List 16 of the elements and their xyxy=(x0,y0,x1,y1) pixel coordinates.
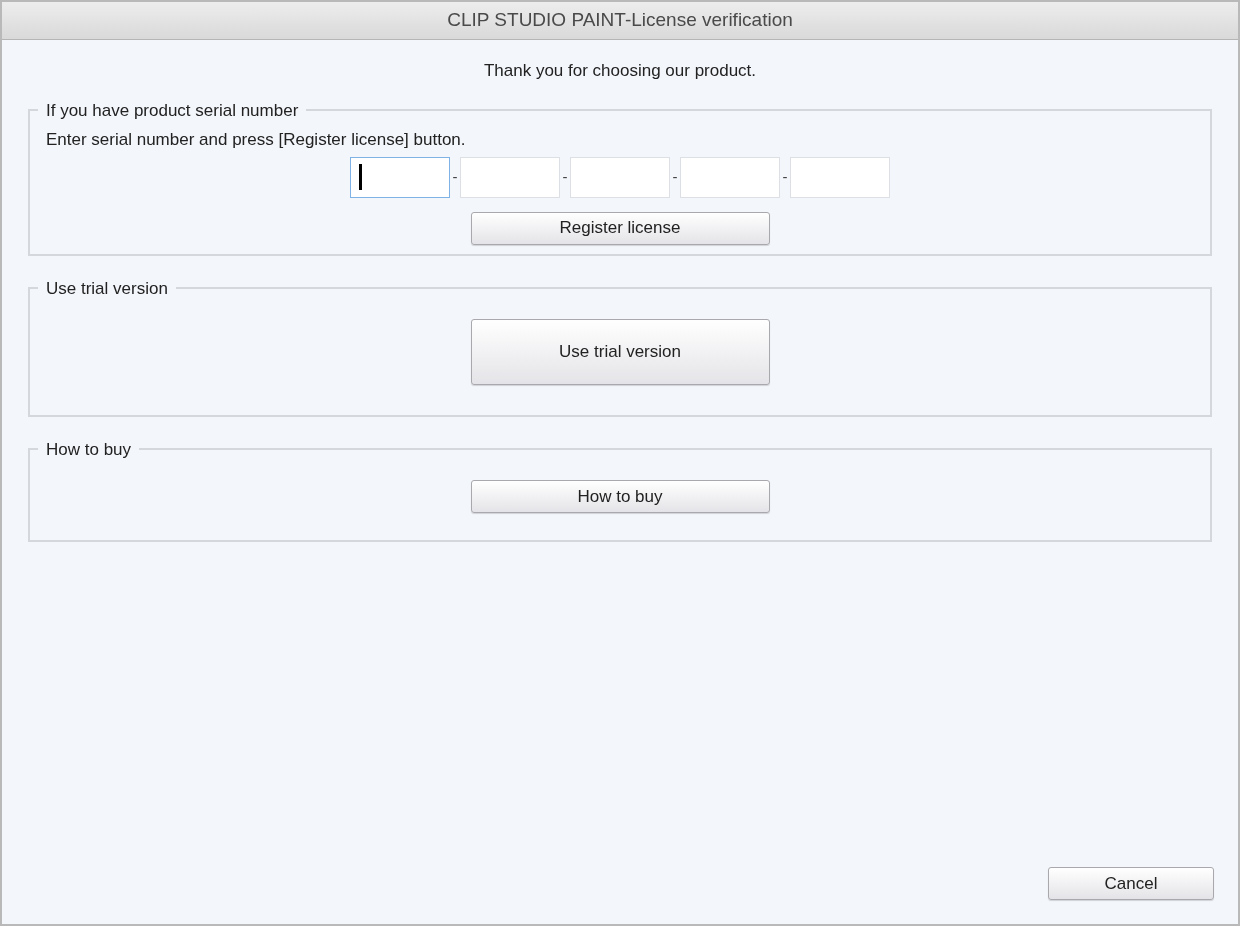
serial-input-field[interactable] xyxy=(350,156,450,198)
instruction-text: Enter serial number and press [Register license] button. xyxy=(46,129,467,151)
register-license-button[interactable]: Register license xyxy=(470,211,770,245)
how-to-buy-button[interactable]: How to buy xyxy=(470,480,770,513)
use-trial-button[interactable]: Use trial version xyxy=(470,319,770,385)
separator-text: - xyxy=(451,166,459,187)
greeting-text: Thank you for choosing our product. xyxy=(483,60,757,82)
separator-text: - xyxy=(561,166,569,187)
window-title: CLIP STUDIO PAINT-License verification xyxy=(447,8,793,33)
separator-text: - xyxy=(781,166,789,187)
group-title: How to buy xyxy=(46,439,132,459)
group-title: Use trial version xyxy=(46,278,168,298)
group-title: If you have product serial number xyxy=(46,100,299,120)
cancel-button[interactable]: Cancel xyxy=(1048,867,1214,900)
text-cursor xyxy=(359,164,362,190)
separator-text: - xyxy=(671,166,679,187)
